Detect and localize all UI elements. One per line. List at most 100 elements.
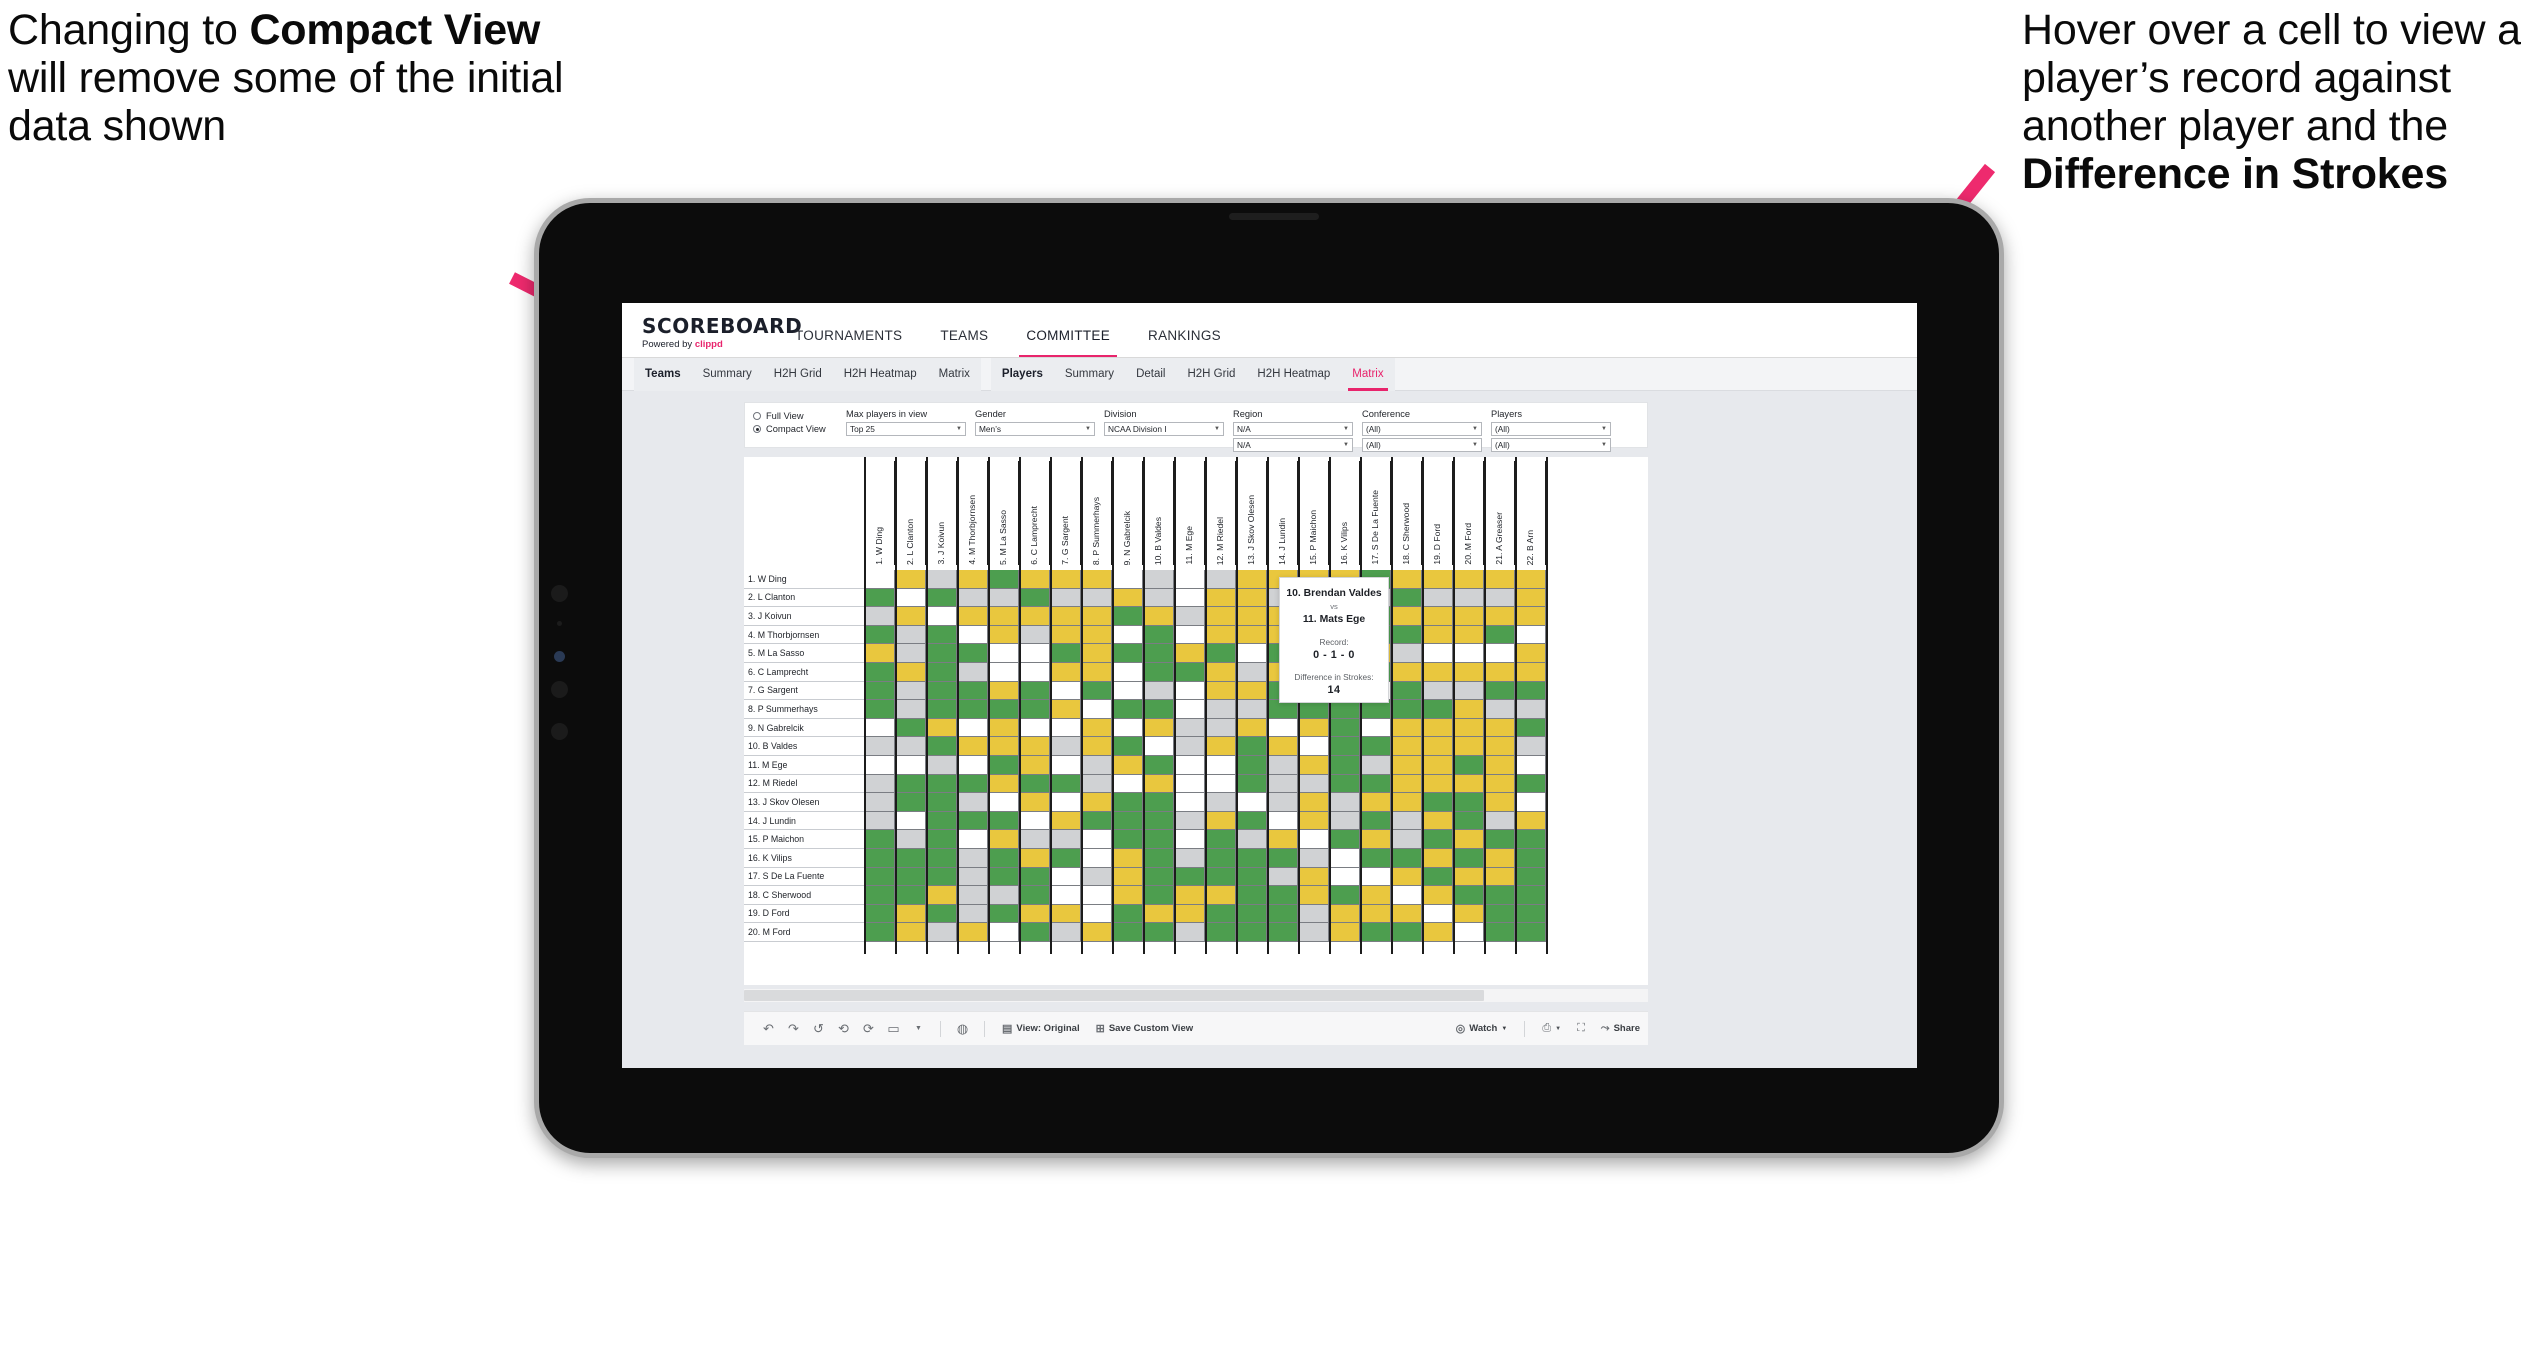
matrix-cell[interactable]	[1143, 644, 1174, 663]
matrix-cell[interactable]	[1174, 830, 1205, 849]
matrix-cell[interactable]	[1019, 755, 1050, 775]
matrix-cell[interactable]	[1453, 811, 1484, 831]
matrix-cell[interactable]	[864, 830, 895, 849]
matrix-cell[interactable]	[988, 700, 1019, 719]
matrix-cell[interactable]	[1484, 830, 1515, 849]
matrix-cell[interactable]	[1143, 811, 1174, 831]
matrix-cell[interactable]	[1391, 625, 1422, 645]
matrix-cell[interactable]	[957, 588, 988, 608]
matrix-cell[interactable]	[1205, 737, 1236, 756]
watch-button[interactable]: ◎ Watch ▼	[1448, 1022, 1516, 1035]
matrix-cell[interactable]	[1112, 644, 1143, 663]
matrix-cell[interactable]	[1236, 793, 1267, 812]
matrix-cell[interactable]	[1081, 644, 1112, 663]
matrix-cell[interactable]	[988, 625, 1019, 645]
matrix-cell[interactable]	[1081, 570, 1112, 589]
matrix-cell[interactable]	[1205, 793, 1236, 812]
matrix-cell[interactable]	[1143, 830, 1174, 849]
matrix-cell[interactable]	[1391, 923, 1422, 942]
matrix-cell[interactable]	[988, 607, 1019, 626]
matrix-cell[interactable]	[1360, 830, 1391, 849]
matrix-cell[interactable]	[1267, 848, 1298, 868]
matrix-cell[interactable]	[1515, 662, 1546, 682]
radio-full-view[interactable]: Full View	[753, 411, 837, 421]
matrix-cell[interactable]	[1112, 848, 1143, 868]
matrix-cell[interactable]	[988, 830, 1019, 849]
chevron-down-icon[interactable]: ▼	[906, 1025, 931, 1032]
matrix-cell[interactable]	[1515, 830, 1546, 849]
matrix-cell[interactable]	[864, 644, 895, 663]
matrix-cell[interactable]	[1081, 681, 1112, 701]
matrix-cell[interactable]	[1391, 718, 1422, 738]
matrix-cell[interactable]	[864, 625, 895, 645]
matrix-cell[interactable]	[864, 737, 895, 756]
matrix-cell[interactable]	[1236, 830, 1267, 849]
matrix-cell[interactable]	[1205, 774, 1236, 794]
matrix-cell[interactable]	[1453, 588, 1484, 608]
matrix-cell[interactable]	[1236, 848, 1267, 868]
matrix-cell[interactable]	[1112, 923, 1143, 942]
matrix-cell[interactable]	[1298, 923, 1329, 942]
matrix-cell[interactable]	[1112, 625, 1143, 645]
matrix-cell[interactable]	[1515, 644, 1546, 663]
matrix-cell[interactable]	[1205, 904, 1236, 924]
matrix-cell[interactable]	[1329, 830, 1360, 849]
matrix-cell[interactable]	[1484, 625, 1515, 645]
matrix-cell[interactable]	[1050, 588, 1081, 608]
matrix-cell[interactable]	[895, 923, 926, 942]
matrix-cell[interactable]	[1019, 793, 1050, 812]
matrix-cell[interactable]	[1236, 570, 1267, 589]
subnav-teams-h2h-heatmap[interactable]: H2H Heatmap	[833, 358, 928, 391]
matrix-cell[interactable]	[1174, 607, 1205, 626]
matrix-cell[interactable]	[1019, 570, 1050, 589]
matrix-cell[interactable]	[988, 662, 1019, 682]
matrix-cell[interactable]	[1050, 774, 1081, 794]
matrix-cell[interactable]	[926, 848, 957, 868]
matrix-cell[interactable]	[1236, 867, 1267, 887]
matrix-cell[interactable]	[1422, 737, 1453, 756]
matrix-cell[interactable]	[1019, 625, 1050, 645]
matrix-cell[interactable]	[926, 570, 957, 589]
matrix-cell[interactable]	[1205, 867, 1236, 887]
matrix-cell[interactable]	[957, 848, 988, 868]
matrix-cell[interactable]	[1112, 662, 1143, 682]
filter-division-select[interactable]: NCAA Division I ▼	[1104, 422, 1224, 436]
matrix-cell[interactable]	[1112, 570, 1143, 589]
matrix-cell[interactable]	[1422, 904, 1453, 924]
matrix-cell[interactable]	[1329, 737, 1360, 756]
matrix-cell[interactable]	[1391, 755, 1422, 775]
matrix-cell[interactable]	[864, 700, 895, 719]
matrix-cell[interactable]	[864, 886, 895, 905]
matrix-cell[interactable]	[1143, 755, 1174, 775]
matrix-cell[interactable]	[1484, 923, 1515, 942]
shape-icon[interactable]: ▭	[881, 1021, 906, 1037]
matrix-cell[interactable]	[1391, 737, 1422, 756]
matrix-cell[interactable]	[1019, 774, 1050, 794]
matrix-cell[interactable]	[1019, 662, 1050, 682]
matrix-cell[interactable]	[1360, 923, 1391, 942]
radio-compact-view[interactable]: Compact View	[753, 424, 837, 434]
matrix-cell[interactable]	[1453, 793, 1484, 812]
filter-gender-select[interactable]: Men’s ▼	[975, 422, 1095, 436]
matrix-cell[interactable]	[1298, 848, 1329, 868]
matrix-cell[interactable]	[1112, 793, 1143, 812]
matrix-cell[interactable]	[957, 886, 988, 905]
scrollbar-thumb[interactable]	[744, 990, 1484, 1001]
subnav-players-matrix[interactable]: Matrix	[1341, 358, 1394, 391]
matrix-cell[interactable]	[895, 904, 926, 924]
matrix-cell[interactable]	[1143, 607, 1174, 626]
matrix-cell[interactable]	[1515, 588, 1546, 608]
matrix-cell[interactable]	[1391, 774, 1422, 794]
matrix-cell[interactable]	[1422, 700, 1453, 719]
matrix-cell[interactable]	[1112, 607, 1143, 626]
matrix-cell[interactable]	[957, 755, 988, 775]
matrix-cell[interactable]	[988, 774, 1019, 794]
matrix-cell[interactable]	[1019, 700, 1050, 719]
matrix-cell[interactable]	[926, 718, 957, 738]
matrix-cell[interactable]	[1484, 867, 1515, 887]
matrix-cell[interactable]	[1515, 923, 1546, 942]
matrix-cell[interactable]	[1515, 625, 1546, 645]
matrix-cell[interactable]	[957, 625, 988, 645]
matrix-cell[interactable]	[895, 737, 926, 756]
matrix-cell[interactable]	[1081, 607, 1112, 626]
